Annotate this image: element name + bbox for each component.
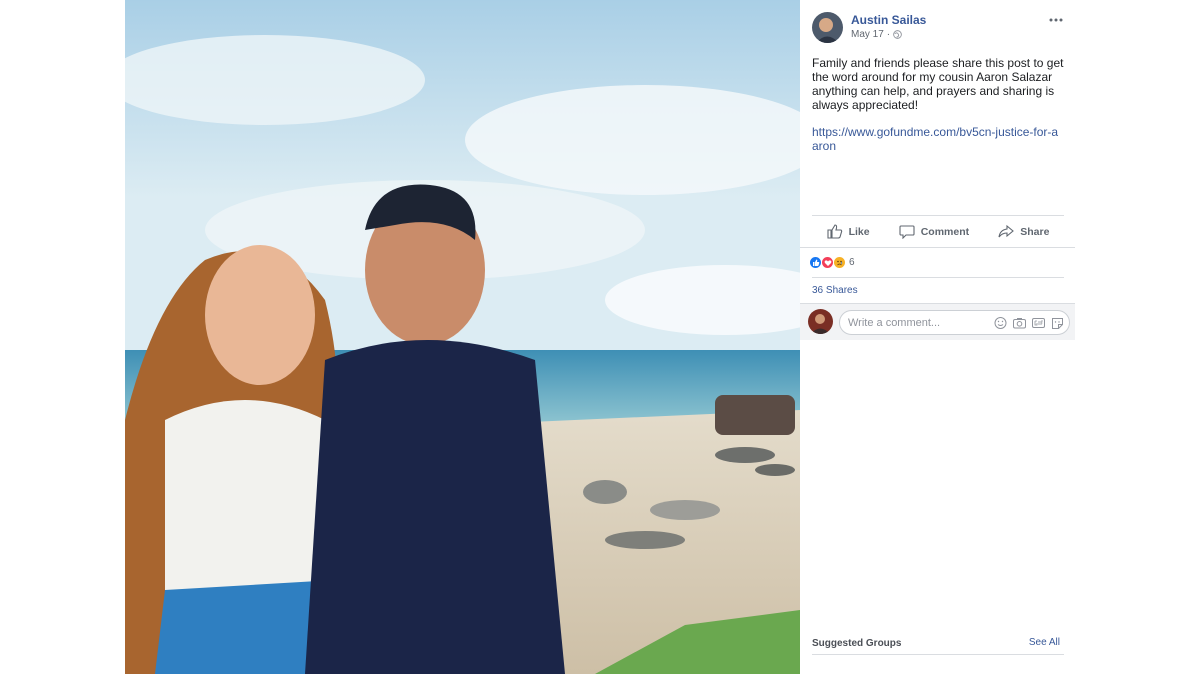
reactions-row[interactable]: 6	[800, 247, 1075, 277]
comment-bubble-icon	[899, 225, 915, 239]
post-date[interactable]: May 17	[851, 29, 884, 40]
post-photo[interactable]	[125, 0, 800, 674]
share-arrow-icon	[998, 224, 1015, 238]
post-actions-bar: Like Comment Share	[812, 215, 1064, 247]
thumbs-up-icon	[827, 224, 842, 239]
comment-button[interactable]: Comment	[899, 224, 969, 239]
author-name[interactable]: Austin Sailas	[851, 13, 926, 27]
reaction-icons	[809, 256, 846, 270]
gofundme-link[interactable]: https://www.gofundme.com/bv5cn-justice-f…	[812, 125, 1064, 153]
like-button[interactable]: Like	[827, 224, 870, 239]
sticker-icon[interactable]	[1050, 316, 1065, 330]
share-label: Share	[1020, 225, 1050, 238]
share-button[interactable]: Share	[998, 224, 1049, 239]
comment-label: Comment	[920, 225, 970, 238]
reaction-count[interactable]: 6	[849, 257, 855, 268]
like-label: Like	[848, 225, 870, 238]
meta-separator: ·	[886, 29, 891, 40]
comment-tool-icons	[993, 316, 1065, 330]
viewer-avatar	[808, 309, 833, 334]
shares-count[interactable]: 36 Shares	[812, 277, 1064, 303]
suggested-groups-header: Suggested Groups See All	[812, 632, 1064, 655]
post-viewer: Austin Sailas May 17 · Family and friend…	[0, 0, 1200, 674]
post-header: Austin Sailas May 17 ·	[812, 12, 1064, 44]
author-avatar[interactable]	[812, 12, 843, 43]
suggested-groups-title: Suggested Groups	[812, 638, 902, 649]
post-side-panel: Austin Sailas May 17 · Family and friend…	[800, 0, 1075, 674]
more-options-icon[interactable]	[1048, 14, 1064, 26]
comment-composer	[800, 303, 1075, 340]
camera-icon[interactable]	[1012, 316, 1027, 330]
post-meta: May 17 ·	[851, 29, 902, 40]
see-all-link[interactable]: See All	[1029, 637, 1060, 648]
emoji-icon[interactable]	[993, 316, 1008, 330]
beach-photo-image	[125, 0, 800, 674]
post-text: Family and friends please share this pos…	[812, 56, 1064, 112]
gif-icon[interactable]	[1031, 316, 1046, 330]
sad-reaction-icon	[833, 256, 846, 269]
globe-icon	[893, 30, 902, 39]
